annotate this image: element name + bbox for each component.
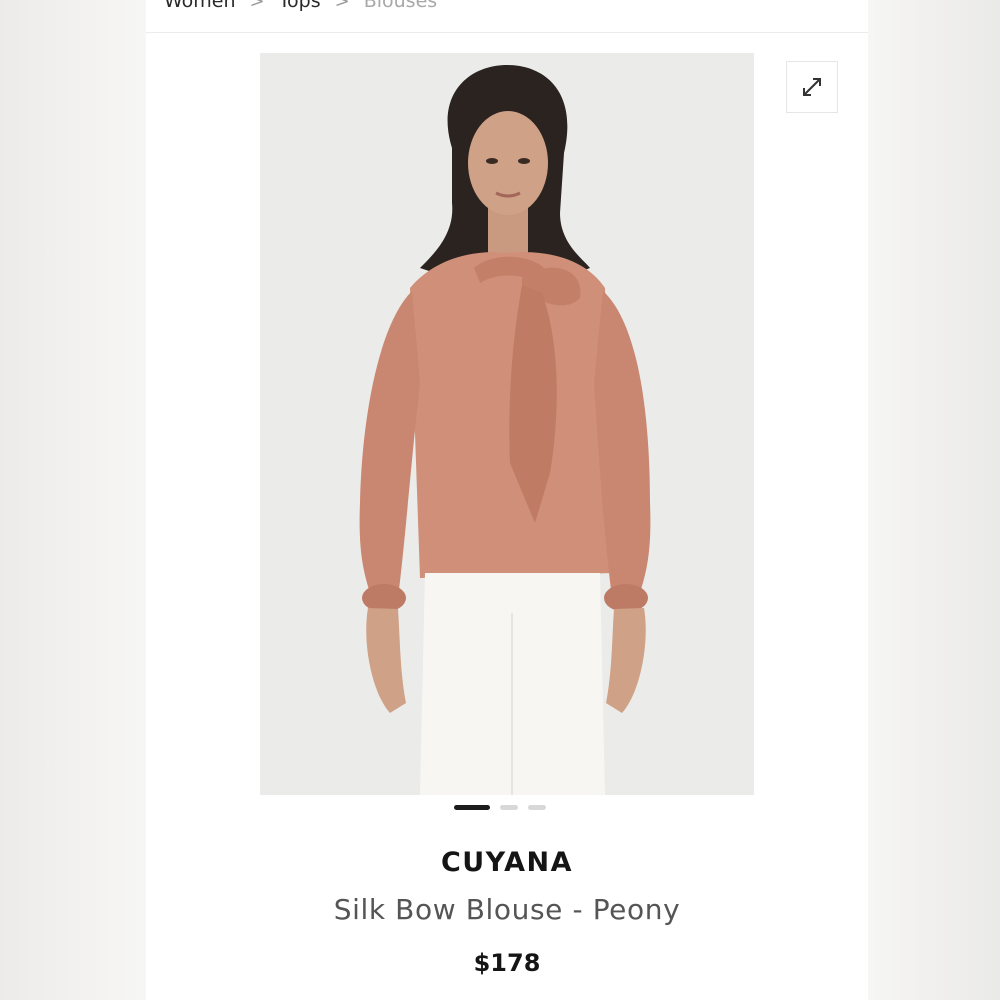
chevron-right-icon: > <box>334 0 350 12</box>
product-image[interactable] <box>260 53 754 795</box>
pagination-dot-1[interactable] <box>454 804 490 810</box>
brand-name[interactable]: CUYANA <box>146 847 868 878</box>
product-price: $178 <box>473 949 541 977</box>
breadcrumb: Women > Tops > Blouses <box>164 0 437 12</box>
breadcrumb-bar: Women > Tops > Blouses <box>146 0 868 33</box>
background-right <box>868 0 1000 1000</box>
breadcrumb-item-blouses[interactable]: Blouses <box>364 0 437 12</box>
background-left <box>0 0 146 1000</box>
image-pagination <box>454 803 546 811</box>
product-panel: CUYANA Silk Bow Blouse - Peony $178 <box>146 33 868 1000</box>
breadcrumb-item-women[interactable]: Women <box>164 0 236 12</box>
chevron-right-icon: > <box>249 0 265 12</box>
product-title: Silk Bow Blouse - Peony <box>333 893 681 926</box>
pagination-dot-2[interactable] <box>500 804 518 810</box>
expand-arrows-icon <box>803 78 821 96</box>
pagination-dot-3[interactable] <box>528 804 546 810</box>
breadcrumb-item-tops[interactable]: Tops <box>279 0 321 12</box>
expand-image-button[interactable] <box>786 61 838 113</box>
